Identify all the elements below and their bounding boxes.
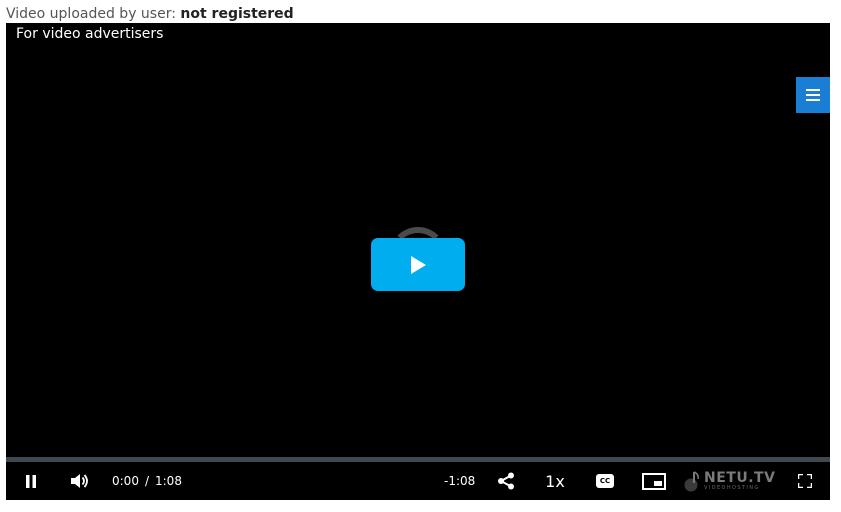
duration: 1:08 bbox=[155, 474, 182, 488]
captions-label: CC bbox=[599, 477, 611, 485]
remaining-time: -1:08 bbox=[444, 474, 476, 488]
volume-icon bbox=[71, 474, 88, 488]
picture-in-picture-icon bbox=[642, 472, 666, 490]
fullscreen-icon bbox=[798, 474, 812, 488]
speed-button[interactable]: 1x bbox=[540, 462, 570, 500]
captions-icon: CC bbox=[596, 474, 614, 488]
brand-name: NETU.TV bbox=[704, 470, 776, 486]
speed-label: 1x bbox=[545, 471, 565, 491]
hamburger-menu-icon bbox=[806, 89, 820, 101]
share-button[interactable] bbox=[493, 462, 519, 500]
netu-brand-logo[interactable]: NETU.TV VIDEOHOSTING bbox=[683, 462, 775, 500]
fullscreen-button[interactable] bbox=[793, 462, 817, 500]
pause-icon bbox=[26, 474, 36, 488]
uploader-status: not registered bbox=[180, 6, 294, 22]
brand-tagline: VIDEOHOSTING bbox=[704, 485, 760, 491]
uploader-prefix: Video uploaded by user: bbox=[6, 6, 181, 22]
time-separator: / bbox=[144, 474, 149, 488]
ad-label[interactable]: For video advertisers bbox=[16, 25, 163, 43]
menu-button[interactable] bbox=[796, 77, 830, 113]
volume-button[interactable] bbox=[68, 462, 94, 500]
netu-logo-icon bbox=[684, 471, 699, 492]
video-player[interactable]: For video advertisers 0:00 / 1:08 -1:08 … bbox=[6, 23, 830, 500]
pause-button[interactable] bbox=[18, 462, 44, 500]
uploader-info: Video uploaded by user: not registered bbox=[6, 5, 294, 23]
play-icon bbox=[411, 255, 426, 274]
pip-button[interactable] bbox=[640, 462, 668, 500]
share-icon bbox=[498, 472, 514, 490]
current-time: 0:00 bbox=[112, 474, 139, 488]
control-bar: 0:00 / 1:08 -1:08 1x CC NETU.TV VIDEOHOS… bbox=[6, 462, 830, 500]
time-display: 0:00 / 1:08 bbox=[112, 462, 182, 500]
captions-button[interactable]: CC bbox=[592, 462, 618, 500]
play-button[interactable] bbox=[371, 238, 465, 291]
